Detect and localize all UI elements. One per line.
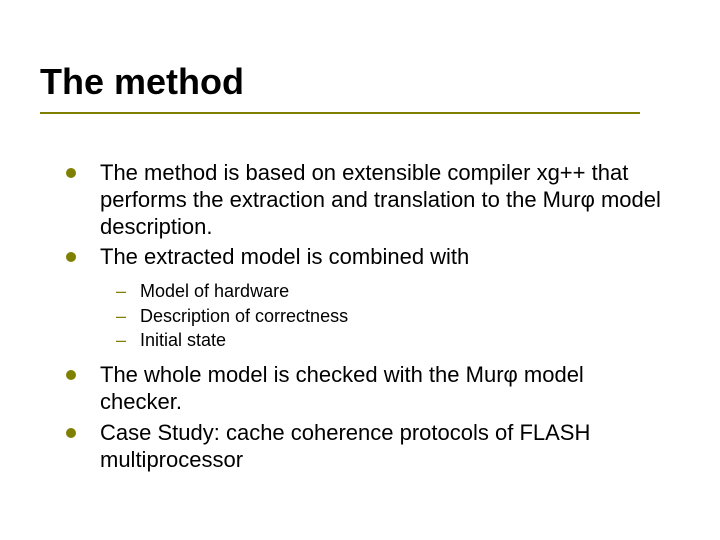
slide-body: The method is based on extensible compil… <box>60 160 670 478</box>
list-item: Description of correctness <box>116 304 670 328</box>
title-underline <box>40 112 640 114</box>
list-item: Initial state <box>116 328 670 352</box>
slide-title: The method <box>40 62 640 102</box>
list-item: Model of hardware <box>116 279 670 303</box>
bullet-list: The method is based on extensible compil… <box>60 160 670 271</box>
bullet-list: The whole model is checked with the Murφ… <box>60 362 670 473</box>
list-item: The method is based on extensible compil… <box>60 160 670 240</box>
title-block: The method <box>40 62 640 114</box>
list-item: The extracted model is combined with <box>60 244 670 271</box>
sub-bullet-list: Model of hardware Description of correct… <box>60 279 670 352</box>
list-item: The whole model is checked with the Murφ… <box>60 362 670 416</box>
slide: The method The method is based on extens… <box>0 0 720 540</box>
list-item: Case Study: cache coherence protocols of… <box>60 420 670 474</box>
